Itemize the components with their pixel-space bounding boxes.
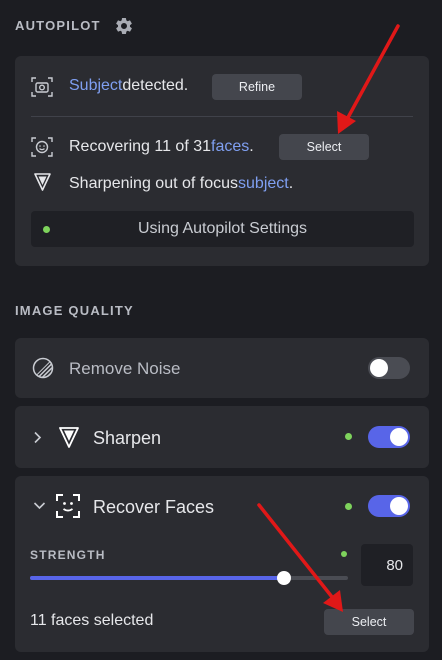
chevron-right-icon[interactable]: [33, 431, 42, 444]
autopilot-card: Subject detected. Refine Recovering 11 o…: [15, 56, 429, 266]
sharpen-subject-link[interactable]: subject: [238, 175, 289, 193]
gear-icon[interactable]: [114, 16, 134, 36]
remove-noise-card: Remove Noise: [15, 338, 429, 398]
camera-focus-icon: [31, 77, 53, 97]
strength-value-input[interactable]: 80: [361, 544, 413, 586]
faces-select-button[interactable]: Select: [279, 134, 369, 160]
sharpen-status-dot: [345, 433, 352, 440]
strength-label: STRENGTH: [30, 548, 106, 562]
recover-faces-status-dot: [345, 503, 352, 510]
subject-detected-text: Subject detected.: [69, 77, 189, 95]
face-icon: [31, 137, 53, 157]
noise-icon: [32, 357, 54, 379]
strength-status-dot: [341, 551, 347, 557]
strength-slider-fill: [30, 576, 285, 580]
recover-faces-card: Recover Faces STRENGTH 80 11 faces selec…: [15, 476, 429, 652]
sharpen-triangle-icon: [34, 173, 51, 191]
remove-noise-toggle[interactable]: [368, 357, 410, 379]
strength-slider-thumb[interactable]: [277, 571, 292, 585]
faces-selected-text: 11 faces selected: [30, 612, 154, 629]
sharpen-label: Sharpen: [93, 428, 162, 448]
faces-link[interactable]: faces: [211, 138, 249, 156]
subject-link[interactable]: Subject: [69, 77, 122, 95]
sharpen-card: Sharpen: [15, 406, 429, 468]
recover-faces-label: Recover Faces: [93, 497, 215, 517]
status-text: Using Autopilot Settings: [138, 220, 307, 237]
divider: [31, 116, 413, 117]
sharpening-text: Sharpening out of focus subject.: [69, 175, 294, 193]
image-quality-title: IMAGE QUALITY: [15, 303, 134, 318]
recovering-faces-text: Recovering 11 of 31 faces.: [69, 138, 254, 156]
sharpen-triangle-icon: [59, 427, 79, 448]
autopilot-status-bar: Using Autopilot Settings: [31, 211, 414, 247]
chevron-down-icon[interactable]: [33, 501, 46, 510]
recover-faces-select-button[interactable]: Select: [324, 609, 414, 635]
recover-faces-toggle[interactable]: [368, 495, 410, 517]
face-frame-icon: [56, 494, 80, 518]
remove-noise-label: Remove Noise: [69, 359, 181, 378]
autopilot-title: AUTOPILOT: [15, 18, 101, 33]
refine-button[interactable]: Refine: [212, 74, 302, 100]
sharpen-toggle[interactable]: [368, 426, 410, 448]
